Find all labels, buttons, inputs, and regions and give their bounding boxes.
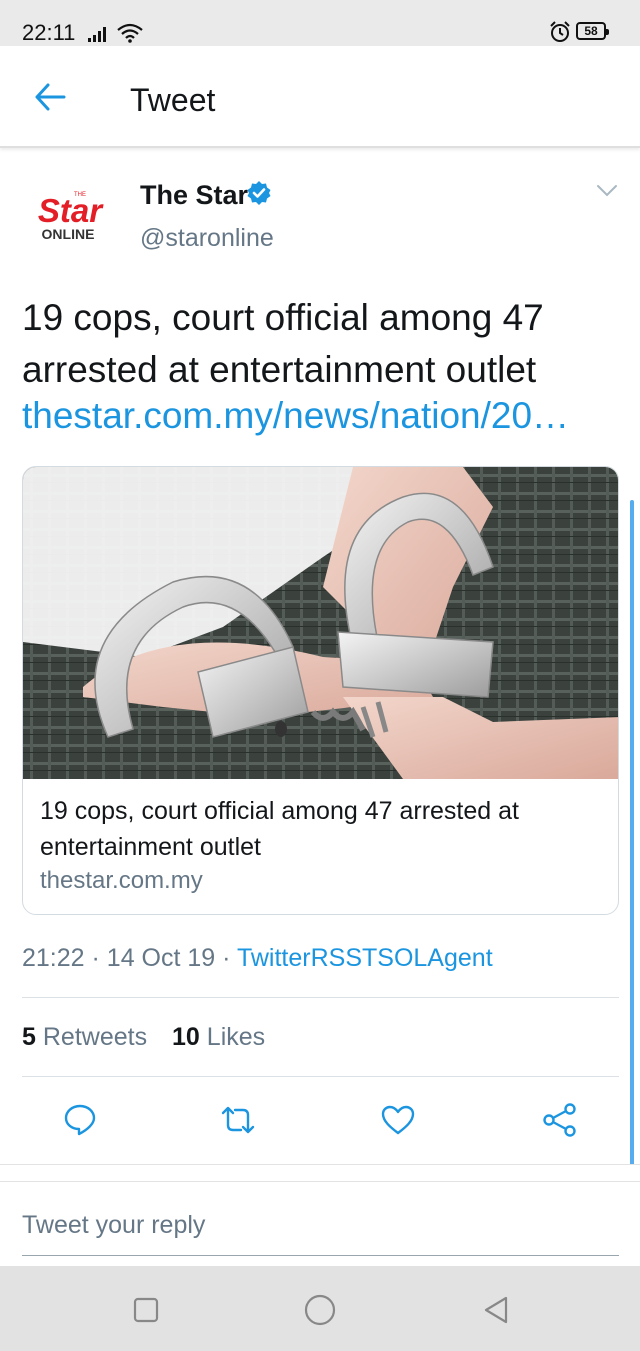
battery-icon: 58 — [576, 22, 609, 40]
likes-count: 10 — [172, 1023, 200, 1051]
tweet-source[interactable]: TwitterRSSTSOLAgent — [237, 944, 493, 972]
home-button[interactable] — [298, 1288, 342, 1332]
card-domain: thestar.com.my — [40, 867, 203, 894]
meta-separator: · — [91, 944, 100, 972]
retweets-count: 5 — [22, 1023, 36, 1051]
avatar[interactable]: THE Star ONLINE — [24, 172, 114, 262]
retweet-button[interactable] — [218, 1100, 258, 1140]
link-card[interactable]: 19 cops, court official among 47 arreste… — [22, 466, 619, 915]
divider — [22, 1076, 619, 1077]
like-icon — [381, 1105, 415, 1135]
divider — [22, 997, 619, 998]
page-title: Tweet — [130, 82, 216, 118]
tweet-time: 21:22 — [22, 944, 85, 972]
wifi-icon — [116, 22, 144, 49]
back-button[interactable] — [24, 74, 76, 120]
app-header: Tweet — [0, 46, 640, 148]
retweets-stat[interactable]: 5 Retweets — [22, 1023, 147, 1051]
tweet-text: 19 cops, court official among 47 arreste… — [22, 297, 544, 390]
retweets-label: Retweets — [42, 1023, 148, 1051]
share-icon — [543, 1103, 576, 1137]
recent-apps-icon — [133, 1297, 159, 1323]
reply-button[interactable] — [60, 1100, 100, 1140]
verified-badge-icon — [246, 180, 272, 211]
alarm-icon — [549, 21, 571, 48]
star-online-logo: THE Star ONLINE — [38, 192, 104, 242]
svg-text:ONLINE: ONLINE — [42, 226, 95, 242]
card-image — [23, 467, 618, 779]
home-icon — [304, 1294, 336, 1326]
status-bar: 22:11 58 — [0, 0, 640, 46]
svg-text:Star: Star — [38, 192, 104, 229]
like-button[interactable] — [378, 1100, 418, 1140]
status-time: 22:11 — [22, 20, 76, 45]
tweet-link[interactable]: thestar.com.my/news/nation/20… — [22, 390, 622, 442]
author-name[interactable]: The Star — [140, 180, 248, 211]
arrow-left-icon — [35, 83, 66, 111]
recent-apps-button[interactable] — [124, 1288, 168, 1332]
signal-icon — [88, 26, 110, 47]
likes-label: Likes — [206, 1023, 266, 1051]
meta-separator: · — [222, 944, 231, 972]
tweet-stats: 5 Retweets 10 Likes — [22, 1023, 283, 1052]
back-icon — [484, 1296, 508, 1324]
system-nav-bar — [0, 1266, 640, 1351]
retweet-icon — [221, 1106, 255, 1134]
back-nav-button[interactable] — [474, 1288, 518, 1332]
tweet-meta: 21:22 · 14 Oct 19 · TwitterRSSTSOLAgent — [22, 944, 493, 973]
likes-stat[interactable]: 10 Likes — [172, 1023, 265, 1051]
scrollbar[interactable] — [630, 500, 634, 1180]
reply-input[interactable] — [22, 1196, 619, 1256]
author-handle[interactable]: @staronline — [140, 224, 274, 253]
reply-separator — [0, 1164, 640, 1182]
card-title: 19 cops, court official among 47 arreste… — [40, 797, 519, 861]
chevron-down-icon[interactable] — [596, 184, 618, 203]
share-button[interactable] — [540, 1100, 580, 1140]
tweet-date: 14 Oct 19 — [106, 944, 216, 972]
reply-icon — [64, 1104, 96, 1136]
